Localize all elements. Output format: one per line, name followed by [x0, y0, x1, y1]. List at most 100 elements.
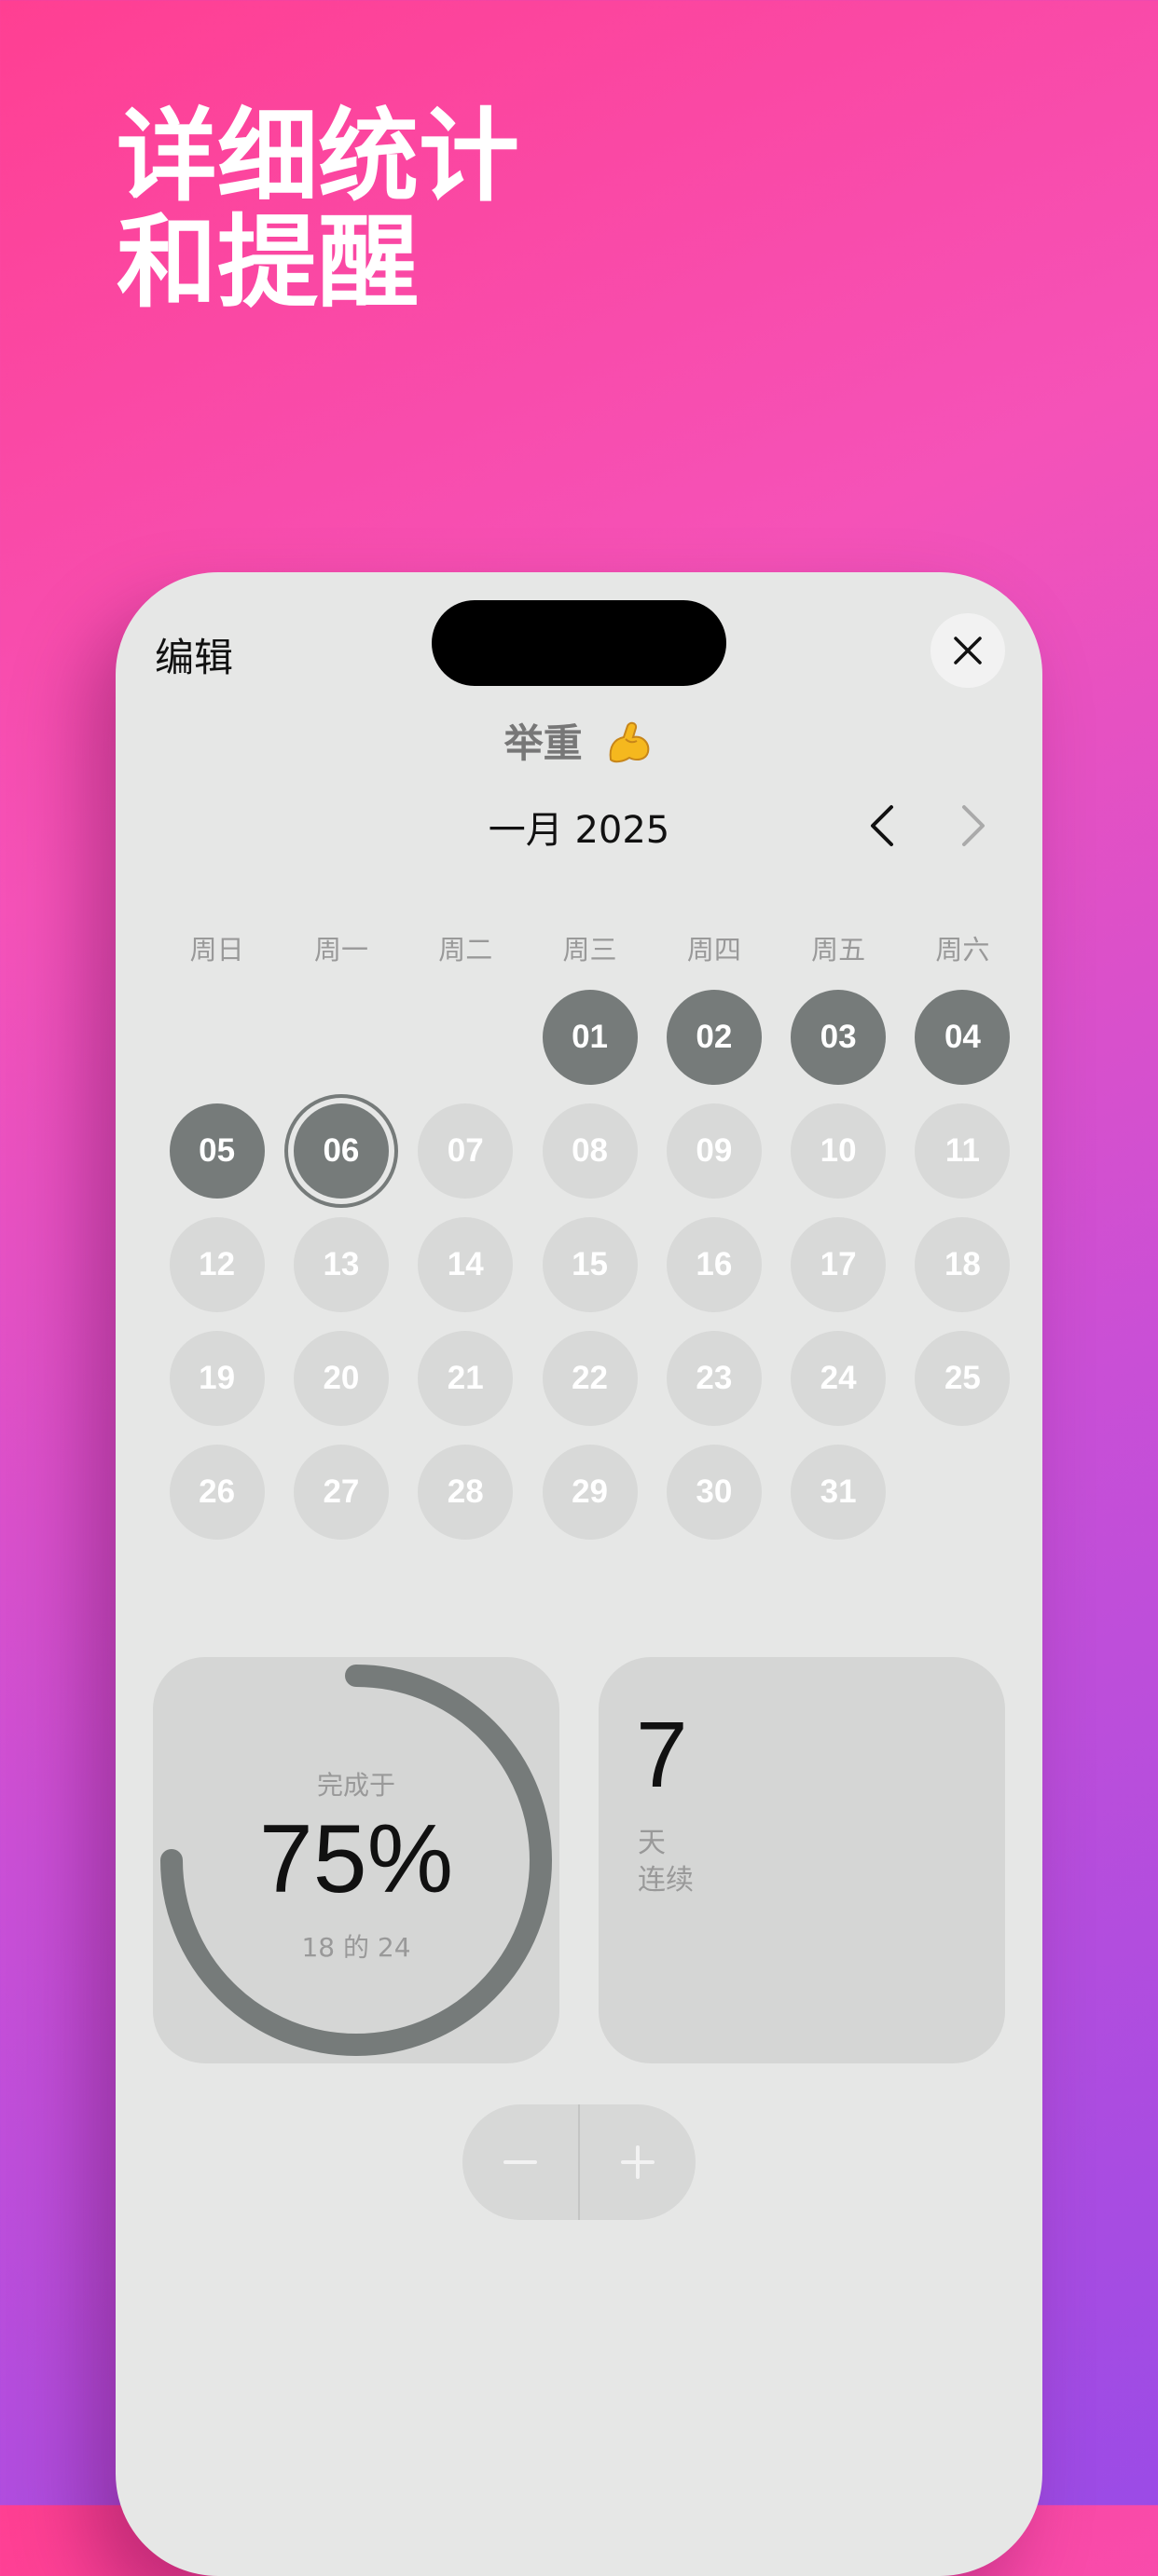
calendar-day[interactable]: 04	[915, 990, 1011, 1085]
next-month-button[interactable]	[945, 800, 998, 852]
calendar-cell: 30	[652, 1435, 776, 1549]
calendar-cell: 16	[652, 1208, 776, 1322]
weekday-label: 周三	[562, 934, 617, 966]
habit-title: 举重	[116, 712, 1042, 774]
weekday-label: 周二	[438, 934, 493, 966]
calendar-cell: 20	[279, 1322, 403, 1435]
calendar-day[interactable]: 26	[169, 1445, 265, 1540]
calendar-day[interactable]: 18	[915, 1217, 1011, 1312]
calendar-cell: 09	[652, 1094, 776, 1208]
calendar-day[interactable]: 11	[915, 1103, 1011, 1199]
calendar-cell: 24	[776, 1322, 900, 1435]
calendar-cell: 18	[901, 1208, 1025, 1322]
calendar-cell: 12	[155, 1208, 279, 1322]
calendar-day[interactable]: 01	[542, 990, 638, 1085]
calendar-empty-cell	[418, 990, 513, 1085]
calendar-cell: 10	[776, 1094, 900, 1208]
weekday-header: 周日 周一 周二 周三 周四 周五 周六	[155, 928, 1005, 975]
headline-line-2: 和提醒	[117, 205, 420, 322]
minus-icon	[503, 2160, 537, 2164]
calendar-day[interactable]: 10	[791, 1103, 887, 1199]
progress-percent: 75%	[258, 1805, 454, 1913]
increment-button[interactable]	[580, 2104, 696, 2220]
phone-frame: 编辑 举重 一月 2025 周日 周一 周二 周三 周四 周五 周六 01 02…	[116, 572, 1042, 2576]
close-button[interactable]	[931, 613, 1005, 688]
calendar-day[interactable]: 25	[915, 1331, 1011, 1426]
calendar-empty-cell	[170, 990, 265, 1085]
streak-label: 连续	[638, 1864, 694, 1897]
previous-month-button[interactable]	[858, 800, 910, 852]
calendar-cell: 03	[776, 980, 900, 1094]
calendar-cell: 25	[901, 1322, 1025, 1435]
calendar-cell: 17	[776, 1208, 900, 1322]
calendar-day[interactable]: 07	[418, 1103, 514, 1199]
calendar-cell: 26	[155, 1435, 279, 1549]
weekday-label: 周一	[313, 934, 368, 966]
calendar-day[interactable]: 19	[169, 1331, 265, 1426]
calendar-empty-cell	[294, 990, 389, 1085]
calendar-day[interactable]: 03	[791, 990, 887, 1085]
calendar-cell: 01	[528, 980, 652, 1094]
calendar-day[interactable]: 30	[666, 1445, 762, 1540]
calendar-day[interactable]: 20	[293, 1331, 389, 1426]
calendar-day[interactable]: 28	[418, 1445, 514, 1540]
calendar-cell: 04	[901, 980, 1025, 1094]
calendar-cell: 06	[279, 1094, 403, 1208]
calendar-cell: 23	[652, 1322, 776, 1435]
calendar-day[interactable]: 31	[791, 1445, 887, 1540]
decrement-button[interactable]	[462, 2104, 578, 2220]
progress-caption: 完成于	[316, 1770, 395, 1801]
calendar-day[interactable]: 22	[542, 1331, 638, 1426]
streak-count: 7	[636, 1703, 688, 1807]
calendar-cell: 07	[404, 1094, 528, 1208]
calendar-cell: 21	[404, 1322, 528, 1435]
streak-card: 7 天 连续	[599, 1657, 1005, 2063]
calendar-cell: 27	[279, 1435, 403, 1549]
plus-icon	[621, 2145, 655, 2179]
progress-count: 18 的 24	[301, 1932, 411, 1963]
calendar-day[interactable]: 27	[293, 1445, 389, 1540]
calendar-cell: 29	[528, 1435, 652, 1549]
calendar-day[interactable]: 09	[666, 1103, 762, 1199]
close-icon	[954, 637, 982, 665]
headline: 详细统计 和提醒	[117, 104, 519, 317]
calendar-cell	[279, 980, 403, 1094]
calendar-cell: 02	[652, 980, 776, 1094]
weekday-label: 周日	[189, 934, 244, 966]
calendar-cell: 14	[404, 1208, 528, 1322]
calendar-day[interactable]: 16	[666, 1217, 762, 1312]
calendar-day[interactable]: 29	[542, 1445, 638, 1540]
calendar-day[interactable]: 24	[791, 1331, 887, 1426]
calendar-day[interactable]: 13	[293, 1217, 389, 1312]
calendar-cell: 08	[528, 1094, 652, 1208]
calendar-day[interactable]: 08	[542, 1103, 638, 1199]
calendar-cell: 22	[528, 1322, 652, 1435]
weekday-label: 周四	[686, 934, 741, 966]
calendar-cell: 11	[901, 1094, 1025, 1208]
calendar-cell: 13	[279, 1208, 403, 1322]
calendar-day[interactable]: 02	[666, 990, 762, 1085]
weekday-label: 周六	[935, 934, 990, 966]
completion-card: 完成于 75% 18 的 24	[153, 1657, 559, 2063]
calendar-day[interactable]: 23	[666, 1331, 762, 1426]
calendar-cell	[404, 980, 528, 1094]
chevron-left-icon	[871, 805, 893, 846]
habit-name: 举重	[503, 720, 583, 766]
calendar-day[interactable]: 15	[542, 1217, 638, 1312]
calendar-cell: 28	[404, 1435, 528, 1549]
dynamic-island	[432, 600, 726, 686]
calendar-day[interactable]: 14	[418, 1217, 514, 1312]
chevron-right-icon	[962, 805, 985, 846]
count-stepper	[462, 2104, 696, 2220]
edit-button[interactable]: 编辑	[155, 626, 233, 683]
calendar-cell: 05	[155, 1094, 279, 1208]
calendar-day[interactable]: 12	[169, 1217, 265, 1312]
calendar-day[interactable]: 06	[293, 1103, 389, 1199]
calendar-cell: 15	[528, 1208, 652, 1322]
calendar-day[interactable]: 05	[169, 1103, 265, 1199]
calendar-day[interactable]: 17	[791, 1217, 887, 1312]
streak-unit: 天	[638, 1827, 666, 1859]
calendar-day[interactable]: 21	[418, 1331, 514, 1426]
calendar-cell	[155, 980, 279, 1094]
weekday-label: 周五	[811, 934, 866, 966]
